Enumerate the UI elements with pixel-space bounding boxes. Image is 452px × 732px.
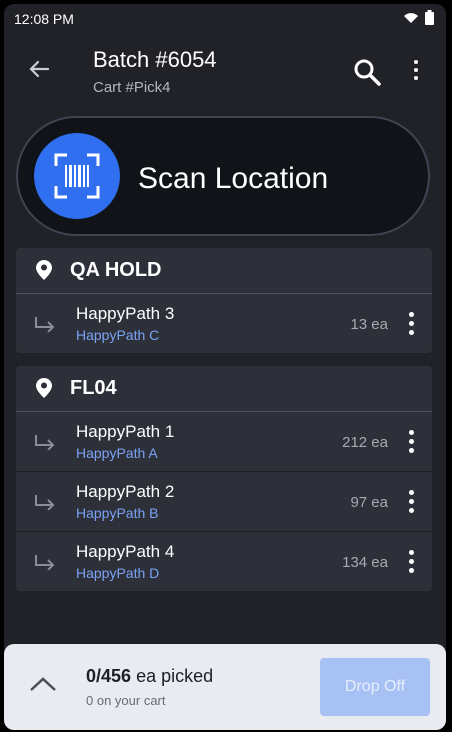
item-qty: 97 ea — [350, 494, 388, 511]
scan-location-label: Scan Location — [138, 162, 329, 195]
item-sub: HappyPath C — [76, 327, 160, 343]
item-name: HappyPath 1 — [76, 422, 175, 441]
wifi-icon — [404, 12, 418, 23]
pick-item-row[interactable]: HappyPath 3 HappyPath C 13 ea — [16, 294, 432, 353]
picked-count: 0/456 — [86, 666, 132, 686]
app-screen: 12:08 PM Batch #6054 Cart #Pick4 Scan Lo… — [4, 4, 446, 730]
status-icons — [403, 10, 434, 25]
picked-summary: 0/456 ea picked — [86, 666, 213, 687]
status-bar: 12:08 PM — [4, 4, 446, 32]
location-group: QA HOLD HappyPath 3 HappyPath C 13 ea — [16, 248, 432, 353]
more-options-icon[interactable] — [406, 58, 426, 86]
location-pin-icon — [36, 378, 52, 398]
item-sub: HappyPath A — [76, 445, 158, 461]
item-menu-icon[interactable] — [404, 487, 418, 517]
drop-off-button[interactable]: Drop Off — [320, 658, 430, 716]
item-sub: HappyPath B — [76, 505, 159, 521]
item-qty: 13 ea — [350, 316, 388, 333]
location-name: FL04 — [70, 377, 117, 399]
page-subtitle: Cart #Pick4 — [93, 79, 171, 96]
item-sub: HappyPath D — [76, 565, 160, 581]
subdirectory-arrow-icon — [35, 435, 55, 450]
search-icon[interactable] — [351, 56, 383, 88]
app-bar: Batch #6054 Cart #Pick4 — [4, 34, 446, 104]
scan-badge — [34, 133, 120, 219]
barcode-scan-icon — [54, 153, 100, 199]
item-qty: 212 ea — [342, 434, 388, 451]
subdirectory-arrow-icon — [35, 555, 55, 570]
cart-note: 0 on your cart — [86, 693, 166, 708]
item-menu-icon[interactable] — [404, 547, 418, 577]
pick-item-row[interactable]: HappyPath 2 HappyPath B 97 ea — [16, 472, 432, 532]
pick-item-row[interactable]: HappyPath 1 HappyPath A 212 ea — [16, 412, 432, 472]
pick-item-row[interactable]: HappyPath 4 HappyPath D 134 ea — [16, 532, 432, 591]
picked-unit: ea picked — [136, 666, 214, 686]
item-name: HappyPath 4 — [76, 542, 175, 561]
location-group: FL04 HappyPath 1 HappyPath A 212 ea Happ… — [16, 366, 432, 591]
chevron-up-icon[interactable] — [28, 674, 58, 694]
pick-summary-bar: 0/456 ea picked 0 on your cart Drop Off — [4, 644, 446, 730]
location-header: FL04 — [16, 366, 432, 412]
back-arrow-icon[interactable] — [24, 54, 54, 84]
item-menu-icon[interactable] — [404, 309, 418, 339]
location-pin-icon — [36, 260, 52, 280]
battery-icon — [425, 10, 434, 25]
location-name: QA HOLD — [70, 259, 162, 281]
page-title: Batch #6054 — [93, 47, 217, 72]
status-time: 12:08 PM — [14, 11, 74, 27]
scan-location-button[interactable]: Scan Location — [16, 116, 430, 236]
item-menu-icon[interactable] — [404, 427, 418, 457]
subdirectory-arrow-icon — [35, 495, 55, 510]
item-qty: 134 ea — [342, 554, 388, 571]
location-header: QA HOLD — [16, 248, 432, 294]
subdirectory-arrow-icon — [35, 317, 55, 332]
item-name: HappyPath 3 — [76, 304, 175, 323]
item-name: HappyPath 2 — [76, 482, 175, 501]
